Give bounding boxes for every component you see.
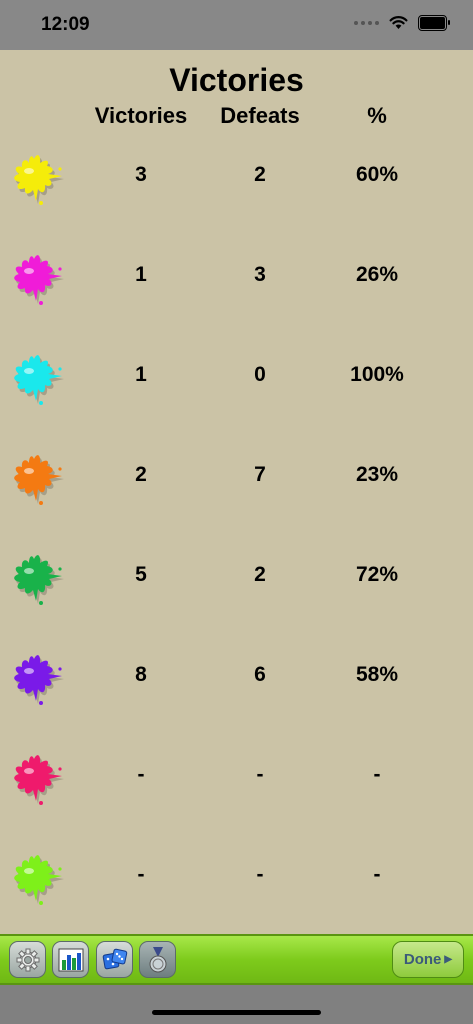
status-bar: 12:09 xyxy=(0,0,473,50)
table-row: 8 6 58% xyxy=(0,645,473,745)
gear-icon xyxy=(16,948,39,971)
percent-cell: 60% xyxy=(355,163,399,186)
paint-splat-icon xyxy=(14,655,64,705)
table-row: 1 0 100% xyxy=(0,345,473,445)
table-row: 2 7 23% xyxy=(0,445,473,545)
bar-chart-icon xyxy=(58,948,83,971)
paint-splat-icon xyxy=(14,855,64,905)
defeats-cell: 2 xyxy=(254,563,266,586)
settings-button[interactable] xyxy=(9,941,46,978)
defeats-cell: 3 xyxy=(254,263,266,286)
percent-cell: 23% xyxy=(355,463,399,486)
victories-screen: Victories Victories Defeats % 3 2 60% 1 3 26%… xyxy=(0,50,473,934)
percent-cell: 58% xyxy=(355,663,399,686)
statistics-button[interactable] xyxy=(52,941,89,978)
percent-cell: 100% xyxy=(350,363,404,386)
cellular-signal-icon xyxy=(354,21,379,25)
victories-cell: - xyxy=(137,763,145,786)
defeats-cell: - xyxy=(256,863,264,886)
percent-cell: - xyxy=(373,863,381,886)
victories-cell: - xyxy=(137,863,145,886)
medal-icon xyxy=(149,946,166,972)
done-button[interactable]: Done ▶ xyxy=(392,941,464,978)
victories-cell: 1 xyxy=(135,363,147,386)
victories-cell: 8 xyxy=(135,663,147,686)
paint-splat-icon xyxy=(14,755,64,805)
victories-cell: 1 xyxy=(135,263,147,286)
home-indicator[interactable] xyxy=(152,1010,321,1015)
paint-splat-icon xyxy=(14,355,64,405)
home-indicator-area xyxy=(0,985,473,1024)
defeats-cell: 0 xyxy=(254,363,266,386)
percent-cell: 72% xyxy=(355,563,399,586)
defeats-cell: 2 xyxy=(254,163,266,186)
dice-icon xyxy=(102,948,127,969)
done-button-label: Done xyxy=(403,951,442,968)
wifi-icon xyxy=(389,16,408,29)
bottom-toolbar: Done ▶ xyxy=(0,934,473,985)
triangle-right-icon: ▶ xyxy=(444,954,453,965)
paint-splat-icon xyxy=(14,255,64,305)
victories-cell: 5 xyxy=(135,563,147,586)
table-row: 3 2 60% xyxy=(0,145,473,245)
paint-splat-icon xyxy=(14,555,64,605)
table-row: 1 3 26% xyxy=(0,245,473,345)
battery-icon xyxy=(418,15,450,31)
percent-cell: - xyxy=(373,763,381,786)
column-header-percent: % xyxy=(367,103,387,128)
table-row: --- xyxy=(0,845,473,945)
defeats-cell: 7 xyxy=(254,463,266,486)
dice-button[interactable] xyxy=(96,941,133,978)
victories-cell: 3 xyxy=(135,163,147,186)
page-title: Victories xyxy=(169,62,304,98)
paint-splat-icon xyxy=(14,155,64,205)
column-header-defeats: Defeats xyxy=(220,103,300,128)
paint-splat-icon xyxy=(14,455,64,505)
column-header-victories: Victories xyxy=(94,103,188,128)
table-row: 5 2 72% xyxy=(0,545,473,645)
defeats-cell: - xyxy=(256,763,264,786)
defeats-cell: 6 xyxy=(254,663,266,686)
victories-cell: 2 xyxy=(135,463,147,486)
table-row: --- xyxy=(0,745,473,845)
percent-cell: 26% xyxy=(355,263,399,286)
status-time: 12:09 xyxy=(41,14,90,35)
status-icons xyxy=(354,15,450,31)
medal-button[interactable] xyxy=(139,941,176,978)
